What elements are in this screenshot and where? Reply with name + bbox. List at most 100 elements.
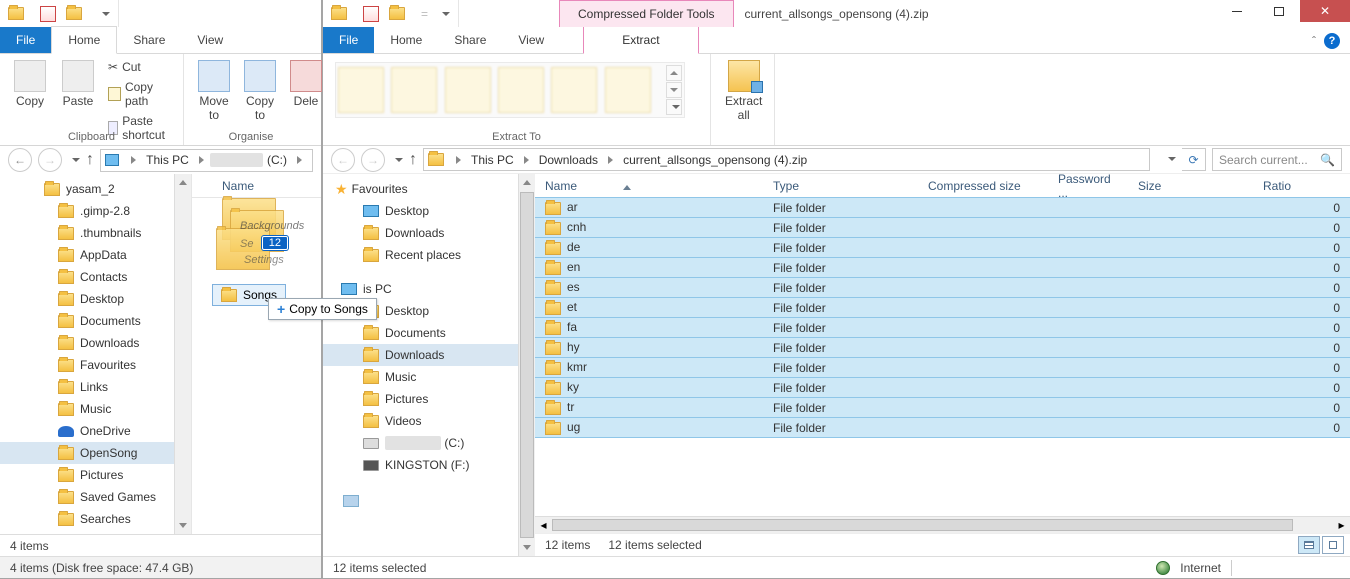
table-row[interactable]: kmrFile folder0 [535,357,1350,378]
forward-button[interactable]: → [38,148,62,172]
table-row[interactable]: deFile folder0 [535,237,1350,258]
destination-gallery[interactable] [335,62,685,118]
nav-pane-right[interactable]: ★Favourites DesktopDownloadsRecent place… [323,174,518,556]
nav-item-favourites[interactable]: Favourites [0,354,191,376]
refresh-button[interactable]: ⟳ [1182,148,1206,171]
nav-item--gimp-2-8[interactable]: .gimp-2.8 [0,200,191,222]
nav-item-opensong[interactable]: OpenSong [0,442,191,464]
nav-this-pc[interactable]: is PC [323,278,518,300]
table-row[interactable]: cnhFile folder0 [535,217,1350,238]
scroll-right-icon[interactable]: ▸ [1333,517,1350,533]
table-row[interactable]: arFile folder0 [535,197,1350,218]
tab-view[interactable]: View [181,27,239,53]
breadcrumb[interactable]: This PC XXXXX (C:) [100,149,313,172]
col-compressed-size[interactable]: Compressed size [918,179,1048,193]
crumb-this-pc[interactable]: This PC [142,153,193,167]
table-row[interactable]: hyFile folder0 [535,337,1350,358]
qat-properties-icon[interactable] [363,6,379,22]
scroll-up-icon[interactable] [519,174,535,191]
nav-item-onedrive[interactable]: OneDrive [0,420,191,442]
scroll-up-icon[interactable] [666,65,682,81]
forward-button[interactable]: → [361,148,385,172]
nav-fav-recent-places[interactable]: Recent places [323,244,518,266]
copy-to-button[interactable]: Copy to [238,58,282,124]
history-menu-icon[interactable] [72,158,80,162]
nav-item-links[interactable]: Links [0,376,191,398]
col-name[interactable]: Name [535,179,763,193]
help-icon[interactable]: ? [1324,33,1340,49]
crumb-this-pc[interactable]: This PC [467,153,518,167]
nav-drive-c[interactable]: XXXX (C:) [323,432,518,454]
extract-all-button[interactable]: Extract all [719,58,768,124]
nav-pane-left[interactable]: yasam_2.gimp-2.8.thumbnailsAppDataContac… [0,174,192,534]
minimize-button[interactable] [1216,0,1258,22]
scroll-thumb[interactable] [520,192,534,538]
address-dropdown-icon[interactable] [1156,148,1182,170]
gallery-folder-icon[interactable] [445,67,491,113]
table-row[interactable]: ugFile folder0 [535,417,1350,438]
nav-favourites[interactable]: ★Favourites [323,178,518,200]
maximize-button[interactable] [1258,0,1300,22]
column-header[interactable]: Name [192,174,321,198]
tab-home[interactable]: Home [51,26,117,54]
tab-file[interactable]: File [323,27,374,53]
folder-icon[interactable] [389,7,405,20]
scroll-thumb[interactable] [552,519,1293,531]
move-to-button[interactable]: Move to [192,58,236,124]
nav-pc-documents[interactable]: Documents [323,322,518,344]
nav-fav-downloads[interactable]: Downloads [323,222,518,244]
nav-pc-pictures[interactable]: Pictures [323,388,518,410]
table-row[interactable]: etFile folder0 [535,297,1350,318]
qat-menu-icon[interactable] [102,12,110,16]
tab-extract[interactable]: Extract [583,27,698,54]
nav-pc-music[interactable]: Music [323,366,518,388]
qat-properties-icon[interactable] [40,6,56,22]
nav-item-searches[interactable]: Searches [0,508,191,530]
scroll-down-icon[interactable] [175,517,191,534]
scroll-left-icon[interactable]: ◂ [535,517,552,533]
col-type[interactable]: Type [763,179,918,193]
scroll-down-icon[interactable] [519,539,535,556]
back-button[interactable]: ← [8,148,32,172]
scrollbar-vertical[interactable] [174,174,191,534]
history-menu-icon[interactable] [395,158,403,162]
tab-share[interactable]: Share [117,27,181,53]
crumb-masked[interactable]: XXXXX [210,153,263,167]
qat-menu-icon[interactable] [442,12,450,16]
nav-item-yasam_2[interactable]: yasam_2 [0,178,191,200]
nav-network-cut[interactable] [323,490,518,512]
gallery-folder-icon[interactable] [338,67,384,113]
copy-path-button[interactable]: Copy path [108,78,175,110]
tab-view[interactable]: View [502,27,560,53]
nav-pc-videos[interactable]: Videos [323,410,518,432]
crumb-drive[interactable]: (C:) [263,153,291,167]
details-view-button[interactable] [1298,536,1320,554]
col-password[interactable]: Password ... [1048,174,1128,200]
nav-item-documents[interactable]: Documents [0,310,191,332]
table-row[interactable]: enFile folder0 [535,257,1350,278]
scroll-down-icon[interactable] [666,82,682,98]
gallery-folder-icon[interactable] [391,67,437,113]
back-button[interactable]: ← [331,148,355,172]
nav-pc-downloads[interactable]: Downloads [323,344,518,366]
cut-button[interactable]: ✂Cut [108,58,175,76]
nav-fav-desktop[interactable]: Desktop [323,200,518,222]
tab-share[interactable]: Share [438,27,502,53]
col-size[interactable]: Size [1128,179,1253,193]
large-icons-view-button[interactable] [1322,536,1344,554]
crumb-zip[interactable]: current_allsongs_opensong (4).zip [619,153,811,167]
search-input[interactable]: Search current... 🔍 [1212,148,1342,171]
up-button[interactable]: ↑ [409,151,417,169]
nav-scrollbar[interactable] [518,174,535,556]
scroll-up-icon[interactable] [175,174,191,191]
table-row[interactable]: faFile folder0 [535,317,1350,338]
table-row[interactable]: kyFile folder0 [535,377,1350,398]
nav-item-contacts[interactable]: Contacts [0,266,191,288]
tab-home[interactable]: Home [374,27,438,53]
gallery-folder-icon[interactable] [551,67,597,113]
close-button[interactable]: ✕ [1300,0,1350,22]
gallery-more-icon[interactable] [666,99,682,115]
table-row[interactable]: esFile folder0 [535,277,1350,298]
gallery-scroll[interactable] [666,65,682,115]
nav-item-pictures[interactable]: Pictures [0,464,191,486]
